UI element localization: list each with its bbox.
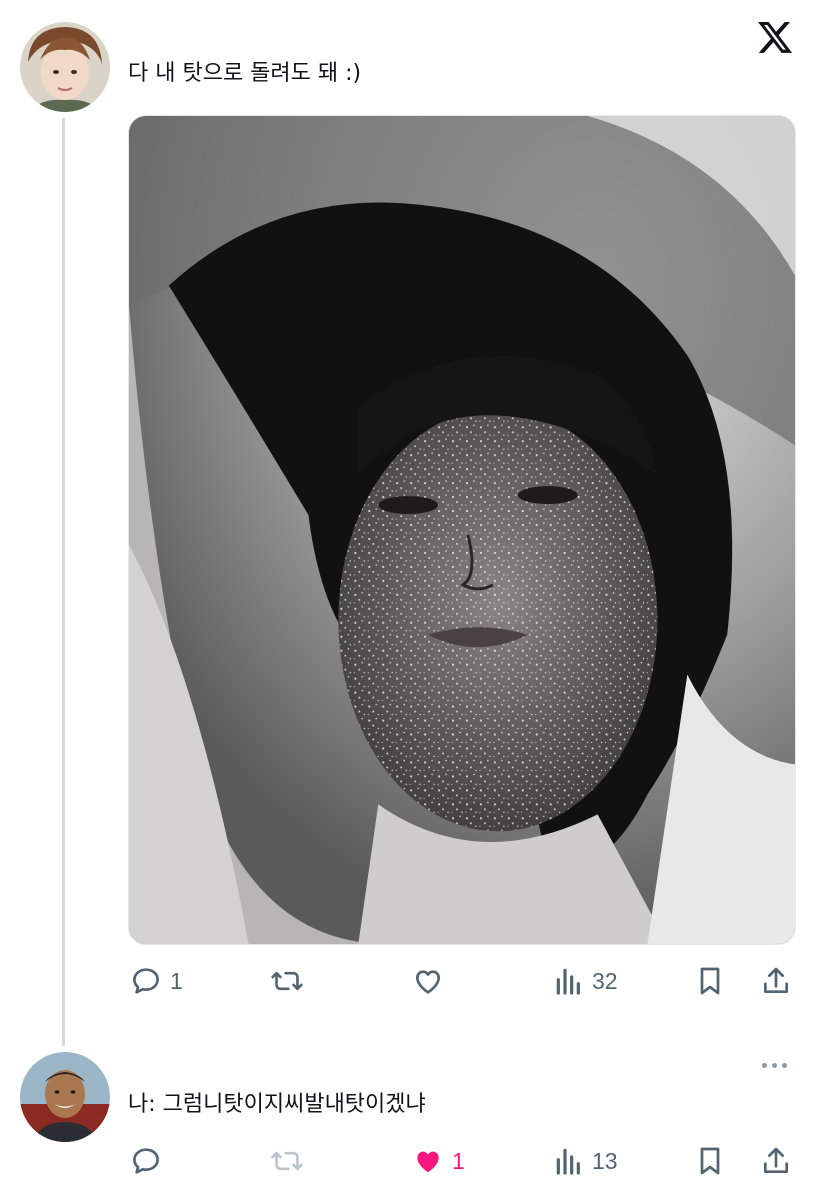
- views-chart-icon: [556, 968, 580, 995]
- views-count: 32: [592, 967, 618, 994]
- like-count: 1: [452, 1147, 465, 1174]
- bookmark-icon: [700, 967, 720, 995]
- bookmark-button[interactable]: [696, 965, 724, 997]
- thread-connector-line: [62, 118, 65, 1046]
- views-button[interactable]: 13: [554, 1145, 618, 1177]
- photo-image: [129, 116, 795, 944]
- reply-icon: [133, 1148, 159, 1174]
- heart-icon: [416, 970, 440, 994]
- views-button[interactable]: 32: [554, 965, 618, 997]
- bookmark-button[interactable]: [696, 1145, 724, 1177]
- share-icon: [764, 967, 788, 993]
- reply-button[interactable]: [130, 1145, 170, 1177]
- retweet-icon: [271, 1151, 303, 1171]
- user-avatar-icon: [20, 22, 110, 112]
- views-count: 13: [592, 1147, 618, 1174]
- author-avatar[interactable]: [20, 1052, 110, 1142]
- tweet-text: 나: 그럼니탓이지씨발내탓이겠냐: [128, 1092, 426, 1117]
- author-avatar[interactable]: [20, 22, 110, 112]
- reply-count: 1: [170, 967, 183, 994]
- retweet-icon: [271, 971, 303, 991]
- reply-icon: [133, 968, 159, 994]
- tweet-media-photo[interactable]: [128, 115, 796, 945]
- x-logo-icon[interactable]: [756, 18, 794, 56]
- heart-filled-icon: [417, 1151, 439, 1173]
- views-chart-icon: [556, 1148, 580, 1175]
- share-button[interactable]: [760, 965, 792, 997]
- tweet-text: 다 내 탓으로 돌려도 돼 :): [128, 61, 362, 86]
- retweet-button[interactable]: [270, 965, 312, 997]
- like-button[interactable]: 1: [412, 1145, 465, 1177]
- reply-button[interactable]: 1: [130, 965, 183, 997]
- bookmark-icon: [700, 1147, 720, 1175]
- retweet-button[interactable]: [270, 1145, 312, 1177]
- more-options-icon[interactable]: [762, 1060, 792, 1070]
- like-button[interactable]: [412, 965, 452, 997]
- share-icon: [764, 1147, 788, 1173]
- user-avatar-icon: [20, 1052, 110, 1142]
- share-button[interactable]: [760, 1145, 792, 1177]
